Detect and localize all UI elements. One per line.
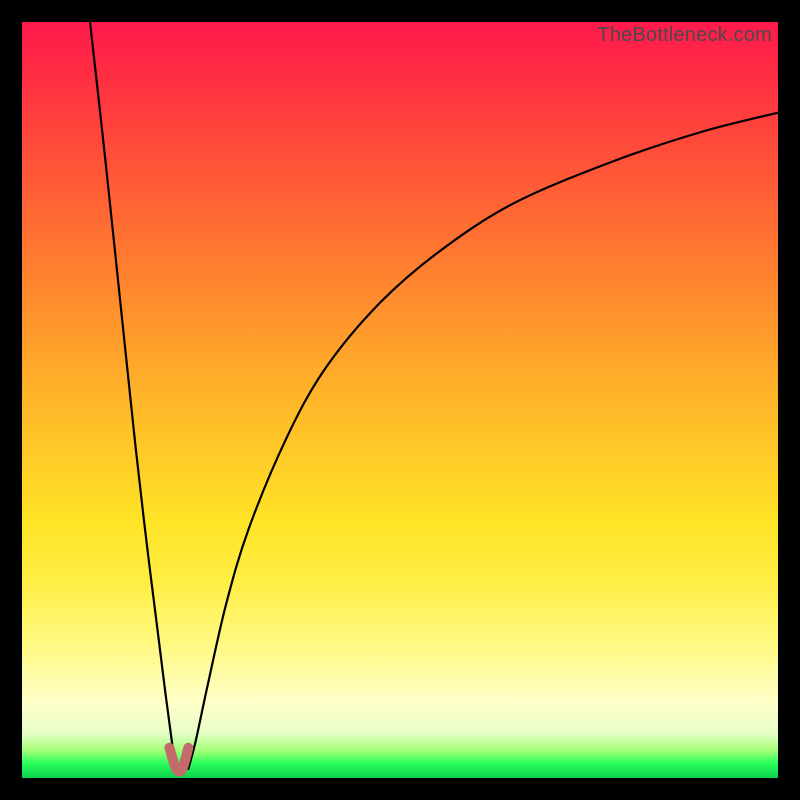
right-branch-path (188, 113, 778, 769)
chart-frame: TheBottleneck.com (0, 0, 800, 800)
plot-area: TheBottleneck.com (22, 22, 778, 778)
dip-marker-path (169, 748, 188, 772)
left-branch-path (90, 22, 176, 769)
bottleneck-curve (90, 22, 778, 772)
curve-layer (22, 22, 778, 778)
attribution-text: TheBottleneck.com (597, 24, 772, 47)
